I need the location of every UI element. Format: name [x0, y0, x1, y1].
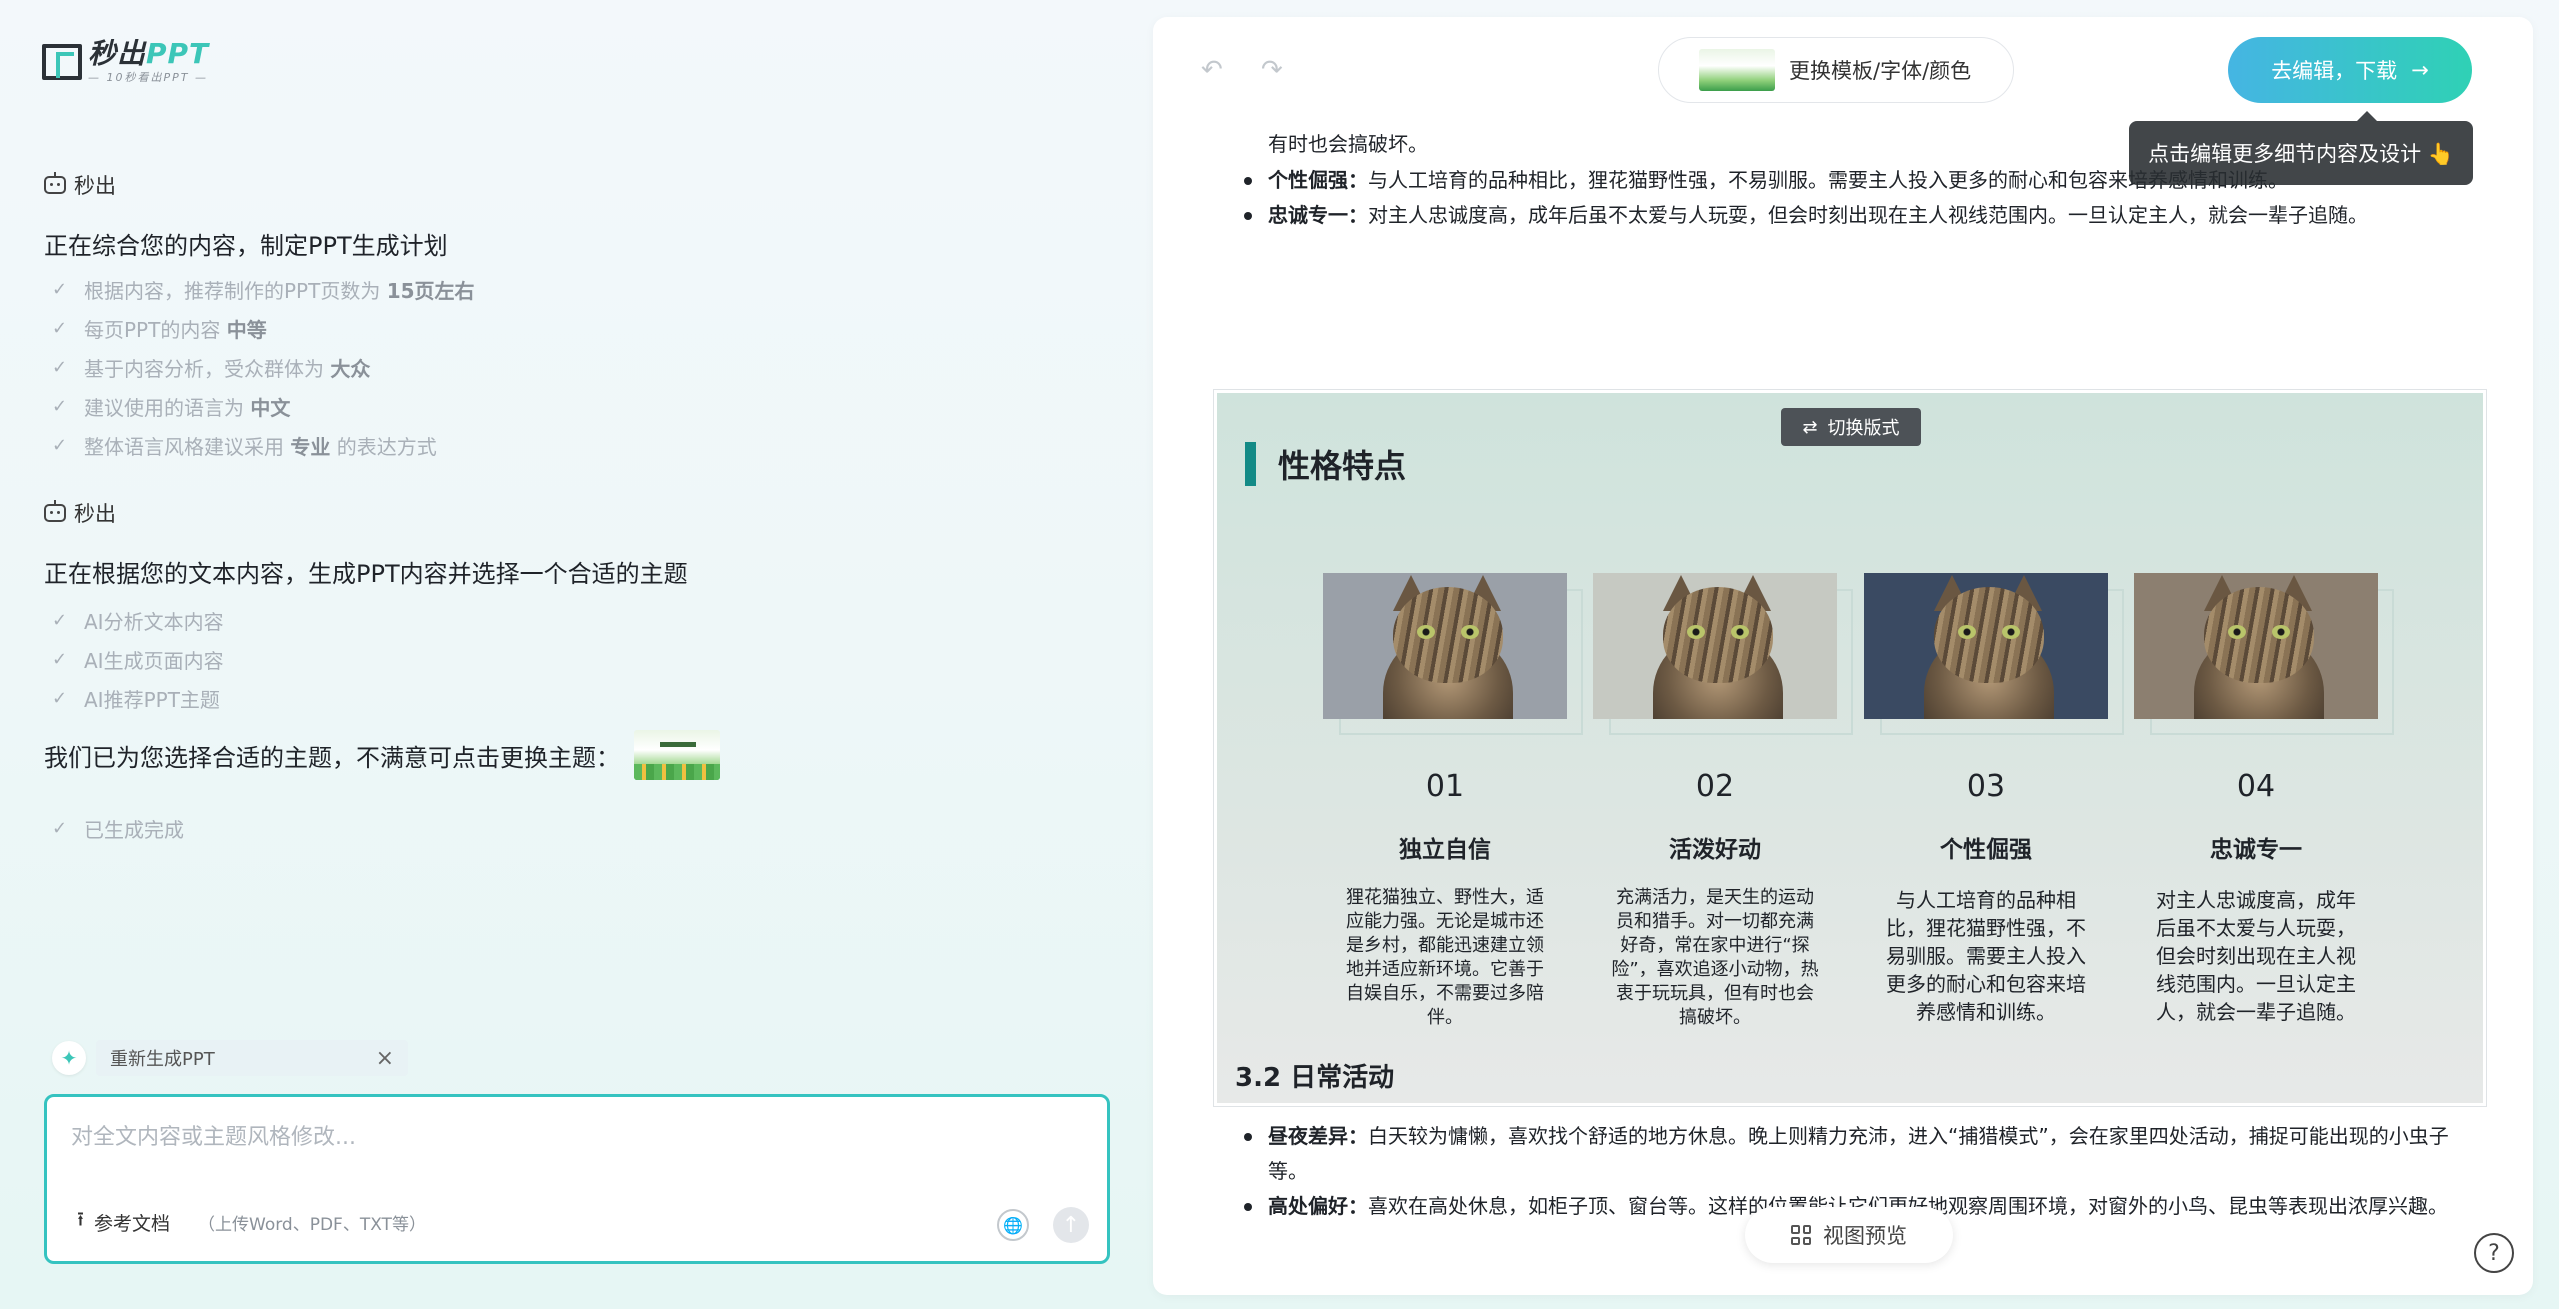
check-icon: ✓ — [52, 649, 68, 670]
list-item: ✓ 基于内容分析，受众群体为 大众 — [52, 357, 371, 381]
check-icon: ✓ — [52, 279, 68, 300]
card-description: 狸花猫独立、野性大，适应能力强。无论是城市还是乡村，都能迅速建立领地并适应新环境… — [1346, 887, 1544, 1028]
robot-icon — [44, 172, 66, 194]
swap-icon: ⇄ — [1802, 416, 1818, 438]
card-description: 充满活力，是天生的运动员和猎手。对一切都充满好奇，常在家中进行“探险”，喜欢追逐… — [1611, 887, 1819, 1028]
bullet-item: 昼夜差异：白天较为慵懒，喜欢找个舒适的地方休息。晚上则精力充沛，进入“捕猎模式”… — [1244, 1119, 2488, 1189]
upload-reference-button[interactable]: ⭱ 参考文档 （上传Word、PDF、TXT等） — [77, 1205, 426, 1239]
card-heading: 活泼好动 — [1669, 837, 1761, 863]
change-template-button[interactable]: 更换模板/字体/颜色 — [1658, 37, 2014, 103]
section-heading: 3.2 日常活动 — [1235, 1063, 1395, 1093]
check-icon: ✓ — [52, 396, 68, 417]
regenerate-ppt-tag[interactable]: 重新生成PPT × — [96, 1040, 408, 1076]
chat-panel: 秒出PPT — 10秒看出PPT — 秒出 正在综合您的内容，制定PPT生成计划… — [0, 0, 1140, 1309]
cat-photo — [1323, 573, 1583, 735]
sparkle-icon[interactable]: ✦ — [52, 1041, 86, 1075]
generate-checklist: ✓ AI分析文本内容 ✓ AI生成页面内容 ✓ AI推荐PPT主题 — [52, 601, 224, 718]
prompt-input[interactable] — [71, 1119, 1071, 1159]
card-heading: 个性倔强 — [1940, 837, 2032, 863]
edit-download-button[interactable]: 去编辑，下载 → — [2228, 37, 2472, 103]
agent-label: 秒出 — [44, 498, 116, 528]
card-number: 03 — [1966, 769, 2006, 804]
close-icon[interactable]: × — [376, 1046, 394, 1071]
paragraph-continuation: 有时也会搞破坏。 — [1268, 132, 1428, 156]
help-icon[interactable]: ? — [2474, 1233, 2514, 1273]
trait-card: 04 忠诚专一 对主人忠诚度高，成年后虽不太爱与人玩耍，但会时刻出现在主人视线范… — [2134, 573, 2394, 1026]
plan-step-title: 正在综合您的内容，制定PPT生成计划 — [44, 232, 448, 260]
web-search-icon[interactable]: 🌐 — [997, 1209, 1029, 1241]
switch-layout-button[interactable]: ⇄ 切换版式 — [1781, 408, 1921, 446]
view-preview-button[interactable]: 视图预览 — [1745, 1207, 1953, 1263]
check-icon: ✓ — [52, 610, 68, 631]
logo-mark-icon — [42, 43, 82, 80]
theme-selection: 我们已为您选择合适的主题，不满意可点击更换主题： — [44, 730, 720, 780]
card-heading: 独立自信 — [1399, 837, 1491, 863]
robot-icon — [44, 500, 66, 522]
preview-panel: ↶ ↷ 更换模板/字体/颜色 去编辑，下载 → 点击编辑更多细节内容及设计 👆 … — [1153, 17, 2533, 1295]
card-description: 与人工培育的品种相比，狸花猫野性强，不易驯服。需要主人投入更多的耐心和包容来培养… — [1886, 888, 2086, 1024]
list-item: ✓ AI分析文本内容 — [52, 610, 224, 634]
template-thumbnail — [1699, 49, 1775, 91]
slide-title: 性格特点 — [1245, 441, 1406, 487]
grid-icon — [1791, 1225, 1811, 1245]
generate-step-title: 正在根据您的文本内容，生成PPT内容并选择一个合适的主题 — [44, 560, 688, 588]
list-item: ✓ 建议使用的语言为 中文 — [52, 396, 291, 420]
cat-photo — [1593, 573, 1853, 735]
list-item: ✓ AI推荐PPT主题 — [52, 688, 220, 712]
check-icon: ✓ — [52, 688, 68, 709]
check-icon: ✓ — [52, 357, 68, 378]
card-number: 01 — [1425, 769, 1465, 804]
list-item: ✓ 根据内容，推荐制作的PPT页数为 15页左右 — [52, 279, 475, 303]
logo-subtitle: — 10秒看出PPT — — [88, 71, 208, 84]
edit-tooltip: 点击编辑更多细节内容及设计 👆 — [2129, 111, 2473, 185]
card-heading: 忠诚专一 — [2210, 837, 2302, 863]
plan-checklist: ✓ 根据内容，推荐制作的PPT页数为 15页左右 ✓ 每页PPT的内容 中等 ✓ 基于内容… — [52, 270, 475, 465]
undo-icon[interactable]: ↶ — [1201, 55, 1223, 85]
trait-card: 01 独立自信 狸花猫独立、野性大，适应能力强。无论是城市还是乡村，都能迅速建立… — [1323, 573, 1583, 1030]
composer: ⭱ 参考文档 （上传Word、PDF、TXT等） 🌐 ↑ — [44, 1094, 1110, 1264]
agent-label: 秒出 — [44, 170, 116, 200]
bullet-item: 忠诚专一：对主人忠诚度高，成年后虽不太爱与人玩耍，但会时刻出现在主人视线范围内。… — [1244, 198, 2488, 233]
app-logo[interactable]: 秒出PPT — 10秒看出PPT — — [42, 40, 209, 83]
trait-card: 03 个性倔强 与人工培育的品种相比，狸花猫野性强，不易驯服。需要主人投入更多的… — [1864, 573, 2124, 1026]
list-item: ✓ 每页PPT的内容 中等 — [52, 318, 267, 342]
card-description: 对主人忠诚度高，成年后虽不太爱与人玩耍，但会时刻出现在主人视线范围内。一旦认定主… — [2156, 888, 2356, 1024]
trait-card: 02 活泼好动 充满活力，是天生的运动员和猎手。对一切都充满好奇，常在家中进行“… — [1593, 573, 1853, 1030]
list-item: ✓ 已生成完成 — [52, 818, 184, 842]
card-number: 04 — [2236, 769, 2276, 804]
list-item: ✓ 整体语言风格建议采用 专业 的表达方式 — [52, 435, 437, 459]
logo-title: 秒出PPT — [88, 37, 210, 70]
upload-icon: ⭱ — [77, 1207, 84, 1231]
check-icon: ✓ — [52, 318, 68, 339]
send-button[interactable]: ↑ — [1053, 1207, 1089, 1243]
done-status: ✓ 已生成完成 — [52, 809, 184, 848]
check-icon: ✓ — [52, 818, 68, 839]
card-number: 02 — [1695, 769, 1735, 804]
cat-photo — [1864, 573, 2124, 735]
upload-hint: （上传Word、PDF、TXT等） — [198, 1214, 426, 1235]
check-icon: ✓ — [52, 435, 68, 456]
theme-thumbnail[interactable] — [634, 730, 720, 780]
regenerate-chip: ✦ 重新生成PPT × — [52, 1040, 408, 1076]
arrow-right-icon: → — [2411, 58, 2429, 82]
cat-photo — [2134, 573, 2394, 735]
slide-preview[interactable]: ⇄ 切换版式 性格特点 01 独立自信 狸花猫独立、野性大，适应能力强。无论是城… — [1213, 389, 2487, 1107]
title-accent-bar — [1245, 442, 1256, 486]
redo-icon[interactable]: ↷ — [1261, 55, 1283, 85]
list-item: ✓ AI生成页面内容 — [52, 649, 224, 673]
